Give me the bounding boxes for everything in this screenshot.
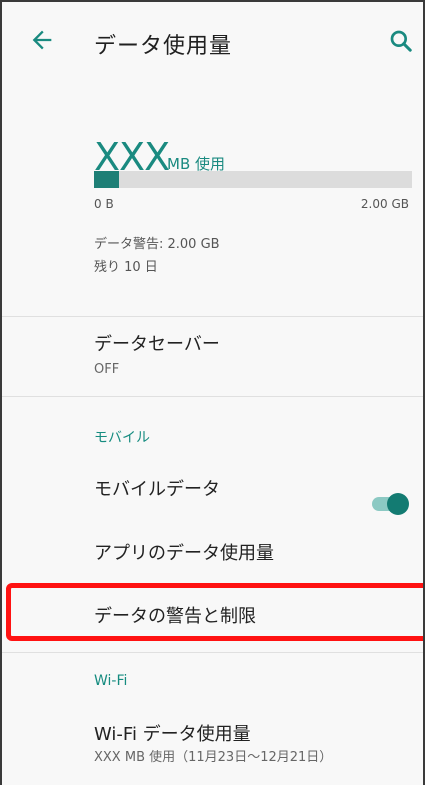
data-saver-status: OFF bbox=[94, 362, 120, 377]
app-bar: データ使用量 bbox=[2, 2, 423, 80]
page-title: データ使用量 bbox=[94, 34, 233, 59]
divider bbox=[2, 316, 423, 317]
remaining-days-text: 残り 10 日 bbox=[94, 260, 158, 275]
screen: データ使用量 XXX MB 使用 0 B 2.00 GB データ警告: 2.00… bbox=[0, 0, 425, 785]
usage-summary: XXX MB 使用 0 B 2.00 GB データ警告: 2.00 GB 残り … bbox=[2, 80, 423, 316]
usage-bar-max-label: 2.00 GB bbox=[360, 197, 409, 211]
divider bbox=[2, 396, 423, 397]
wifi-data-usage-detail: XXX MB 使用（11月23日〜12月21日） bbox=[94, 750, 333, 765]
usage-progress-fill bbox=[94, 171, 120, 188]
section-title-mobile: モバイル bbox=[94, 430, 150, 446]
highlight-box bbox=[6, 583, 423, 641]
app-data-usage-item[interactable]: アプリのデータ使用量 bbox=[94, 539, 274, 565]
data-saver-item[interactable]: データセーバー bbox=[94, 330, 220, 356]
settings-list: データセーバー OFF モバイル モバイルデータ アプリのデータ使用量 データの… bbox=[2, 316, 423, 785]
divider bbox=[2, 652, 423, 653]
mobile-data-toggle[interactable] bbox=[368, 490, 412, 518]
data-warning-text: データ警告: 2.00 GB bbox=[94, 237, 220, 252]
search-icon[interactable] bbox=[388, 28, 414, 54]
back-arrow-icon[interactable] bbox=[28, 26, 56, 54]
wifi-data-usage-item[interactable]: Wi-Fi データ使用量 bbox=[94, 720, 251, 746]
section-title-wifi: Wi-Fi bbox=[94, 673, 128, 689]
usage-progress-bar bbox=[94, 171, 412, 188]
usage-bar-min-label: 0 B bbox=[94, 197, 114, 211]
mobile-data-item[interactable]: モバイルデータ bbox=[94, 475, 220, 501]
